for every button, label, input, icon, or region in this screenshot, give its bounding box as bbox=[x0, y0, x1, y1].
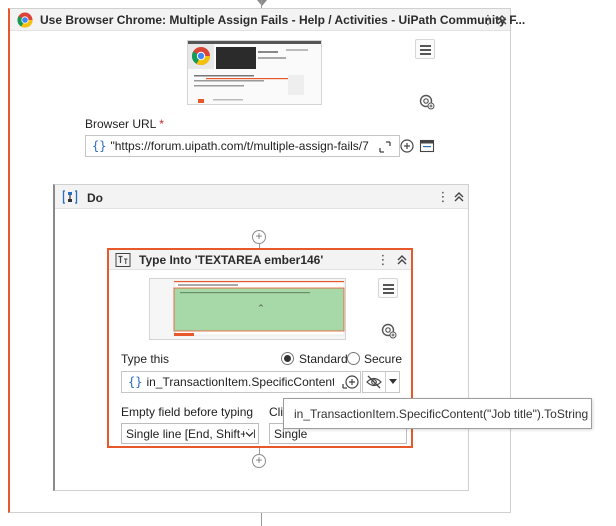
browser-url-label: Browser URL * bbox=[85, 117, 164, 131]
type-into-more-options-icon[interactable]: ⋮ bbox=[375, 251, 391, 269]
add-activity-bottom-button[interactable]: + bbox=[252, 454, 266, 468]
browser-options-menu-button[interactable] bbox=[415, 39, 435, 59]
expression-brace-icon: {} bbox=[128, 375, 143, 389]
chevron-down-icon bbox=[245, 430, 254, 439]
type-this-value[interactable]: in_TransactionItem.SpecificContent( bbox=[146, 375, 334, 389]
secure-radio-label: Secure bbox=[364, 352, 403, 366]
use-browser-title: Use Browser Chrome: Multiple Assign Fail… bbox=[40, 13, 526, 27]
type-into-icon bbox=[115, 253, 131, 267]
empty-field-select-value: Single line [End, Shift+H bbox=[126, 427, 256, 441]
add-activity-top-button[interactable]: + bbox=[252, 230, 266, 244]
browser-screenshot-thumbnail[interactable] bbox=[187, 40, 322, 105]
add-argument-icon[interactable] bbox=[344, 374, 360, 390]
flow-connector-bottom bbox=[261, 513, 262, 526]
standard-radio[interactable] bbox=[281, 352, 294, 365]
do-title: Do bbox=[87, 191, 103, 205]
required-marker: * bbox=[159, 117, 164, 131]
type-this-input[interactable]: {} in_TransactionItem.SpecificContent( bbox=[121, 371, 361, 393]
browser-url-input[interactable]: {} "https://forum.uipath.com/t/multiple-… bbox=[85, 135, 400, 157]
secure-radio[interactable] bbox=[347, 352, 360, 365]
flow-arrow-top bbox=[257, 0, 267, 6]
empty-field-label: Empty field before typing bbox=[121, 405, 254, 419]
type-into-options-menu-button[interactable] bbox=[378, 278, 398, 298]
expand-editor-icon[interactable] bbox=[377, 139, 393, 155]
click-type-label: Cli bbox=[269, 405, 283, 419]
use-browser-header[interactable]: Use Browser Chrome: Multiple Assign Fail… bbox=[10, 9, 525, 31]
standard-radio-label: Standard bbox=[299, 352, 348, 366]
type-into-collapse-icon[interactable] bbox=[394, 251, 410, 269]
browser-url-label-text: Browser URL bbox=[85, 117, 156, 131]
type-into-title: Type Into 'TEXTAREA ember146' bbox=[139, 253, 324, 267]
type-this-label: Type this bbox=[121, 352, 170, 366]
indicate-target-icon[interactable] bbox=[419, 94, 435, 110]
type-into-header[interactable]: Type Into 'TEXTAREA ember146' ⋮ bbox=[109, 250, 411, 270]
chrome-icon bbox=[17, 12, 33, 28]
browser-url-value[interactable]: "https://forum.uipath.com/t/multiple-ass… bbox=[110, 139, 369, 153]
eye-hidden-icon[interactable] bbox=[365, 374, 383, 390]
expression-brace-icon: {} bbox=[92, 139, 107, 153]
flow-connector-top bbox=[261, 0, 262, 8]
browser-url-dropdown-icon[interactable] bbox=[419, 138, 435, 154]
empty-field-select[interactable]: Single line [End, Shift+H bbox=[121, 423, 259, 444]
sequence-icon bbox=[62, 190, 78, 204]
expression-tooltip: in_TransactionItem.SpecificContent("Job … bbox=[283, 398, 592, 429]
expression-tooltip-text: in_TransactionItem.SpecificContent("Job … bbox=[294, 407, 589, 421]
target-element-screenshot[interactable]: ^ bbox=[149, 278, 346, 340]
type-into-indicate-target-icon[interactable] bbox=[381, 323, 397, 339]
secure-visibility-toggle[interactable] bbox=[362, 371, 400, 393]
do-sequence-header[interactable]: Do ⋮ bbox=[55, 185, 468, 209]
do-collapse-icon[interactable] bbox=[451, 188, 467, 206]
add-argument-icon[interactable] bbox=[399, 138, 415, 154]
chevron-down-icon[interactable] bbox=[389, 379, 397, 385]
do-more-options-icon[interactable]: ⋮ bbox=[435, 188, 451, 206]
collapse-icon[interactable] bbox=[494, 11, 510, 29]
svg-text:^: ^ bbox=[258, 304, 264, 312]
click-type-select-value: Single bbox=[274, 427, 308, 441]
